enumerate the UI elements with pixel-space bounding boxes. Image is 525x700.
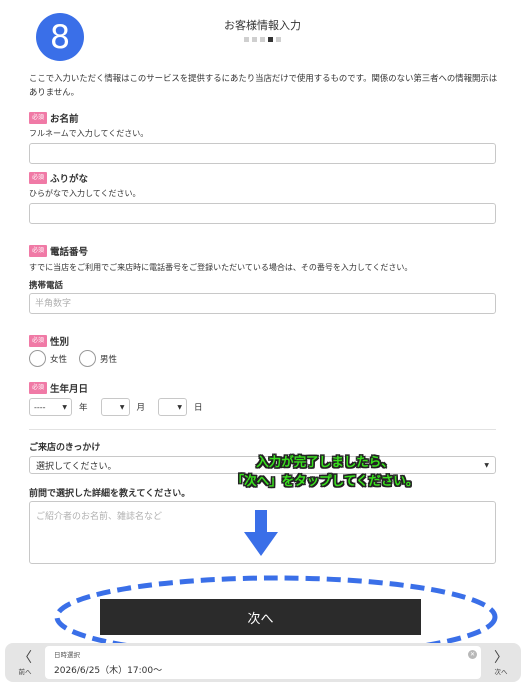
radio-button[interactable] (29, 350, 46, 367)
required-badge: 必須 (29, 335, 48, 347)
selected-datetime-box[interactable]: 日時選択 2026/6/25（木）17:00〜 ✕ (45, 646, 481, 679)
next-nav-button[interactable]: 〉 次へ (484, 645, 518, 681)
month-unit: 月 (136, 403, 146, 413)
gender-label: 性別 (50, 337, 70, 348)
annotation-line-1: 入力が完了しましたら、 (256, 454, 394, 469)
birthdate-label-row: 必須 生年月日 (29, 381, 88, 395)
progress-dot-current (268, 37, 273, 42)
progress-dot (260, 37, 265, 42)
progress-dots (244, 37, 281, 42)
kana-label-row: 必須 ふりがな (29, 171, 88, 185)
prev-label: 前へ (18, 668, 32, 676)
name-input[interactable] (29, 143, 496, 164)
birthdate-label: 生年月日 (50, 384, 89, 395)
required-badge: 必須 (29, 382, 48, 394)
dropdown-arrow-icon: ▼ (62, 403, 67, 411)
down-arrow-icon (244, 510, 278, 556)
chevron-right-icon: 〉 (494, 650, 508, 666)
privacy-notice: ここで入力いただく情報はこのサービスを提供するにあたり当店だけで使用するものです… (29, 73, 498, 97)
name-hint: フルネームで入力してください。 (29, 129, 149, 138)
phone-label: 電話番号 (50, 247, 89, 258)
mobile-label: 携帯電話 (29, 281, 64, 291)
radio-label: 男性 (100, 354, 118, 365)
progress-dot (244, 37, 249, 42)
required-badge: 必須 (29, 245, 48, 257)
name-label: お名前 (50, 114, 79, 125)
kana-input[interactable] (29, 203, 496, 224)
gender-radio-group: 女性 男性 (29, 350, 117, 367)
dropdown-arrow-icon: ▼ (177, 403, 183, 411)
visit-reason-value: 選択してください。 (36, 461, 117, 472)
kana-label: ふりがな (50, 174, 89, 185)
detail-label: 前問で選択した詳細を教えてください。 (29, 489, 191, 499)
required-badge: 必須 (29, 112, 48, 124)
chevron-left-icon: 〈 (18, 650, 32, 666)
visit-reason-label: ご来店のきっかけ (29, 443, 101, 453)
birth-day-select[interactable]: ▼ (158, 398, 188, 416)
name-label-row: 必須 お名前 (29, 111, 79, 125)
phone-hint: すでに当店をご利用でご来店時に電話番号をご登録いただいている場合は、その番号を入… (29, 263, 413, 272)
birth-year-value: ---- (34, 402, 46, 412)
gender-option-male[interactable]: 男性 (79, 350, 117, 367)
birthdate-selects: ---- ▼ 年 ▼ 月 ▼ 日 (29, 398, 203, 416)
datetime-value: 2026/6/25（木）17:00〜 (54, 666, 163, 676)
prev-button[interactable]: 〈 前へ (8, 645, 42, 681)
next-nav-label: 次へ (494, 668, 508, 676)
dropdown-arrow-icon: ▼ (484, 461, 489, 469)
birth-year-select[interactable]: ---- ▼ (29, 398, 72, 416)
radio-label: 女性 (50, 354, 68, 365)
mobile-phone-input[interactable] (29, 293, 496, 314)
next-button[interactable]: 次へ (100, 599, 421, 635)
day-unit: 日 (194, 403, 203, 413)
phone-label-row: 必須 電話番号 (29, 244, 88, 258)
datetime-label: 日時選択 (54, 651, 80, 659)
gender-option-female[interactable]: 女性 (29, 350, 67, 367)
page-title: お客様情報入力 (224, 19, 301, 32)
progress-dot (276, 37, 281, 42)
section-divider (29, 429, 496, 430)
progress-dot (252, 37, 257, 42)
birth-month-select[interactable]: ▼ (100, 398, 130, 416)
annotation-line-2: 「次へ」をタップしてください。 (231, 473, 419, 488)
kana-hint: ひらがなで入力してください。 (29, 189, 141, 198)
instruction-annotation: 入力が完了しましたら、 「次へ」をタップしてください。 (170, 452, 480, 490)
gender-label-row: 必須 性別 (29, 334, 69, 348)
required-badge: 必須 (29, 172, 48, 184)
year-unit: 年 (79, 403, 88, 413)
dropdown-arrow-icon: ▼ (119, 403, 125, 411)
clear-icon[interactable]: ✕ (468, 650, 477, 659)
bottom-nav-bar: 〈 前へ 日時選択 2026/6/25（木）17:00〜 ✕ 〉 次へ (5, 643, 521, 682)
radio-button[interactable] (79, 350, 97, 367)
